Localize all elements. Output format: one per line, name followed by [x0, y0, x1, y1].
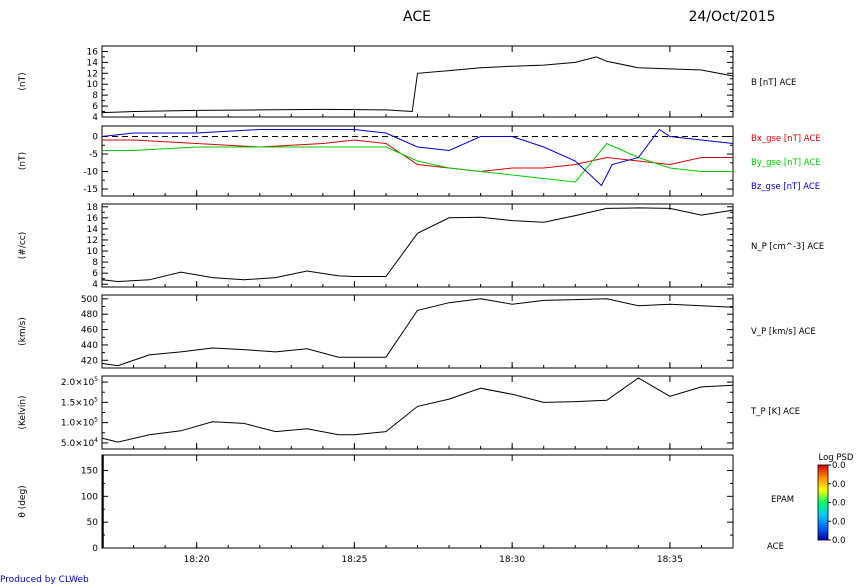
series-label: B [nT] ACE: [751, 78, 796, 88]
panel-5: 5.0×104 1.0×105 1.5×105 2.0×105 (Kelvin) T_P …: [18, 375, 800, 450]
series-label: V_P [km/s] ACE: [751, 327, 816, 337]
y-tick-label: 2.0×105: [61, 376, 98, 388]
y-axis-label: (nT): [18, 72, 28, 90]
panel-1: 46810121416 (nT) B [nT] ACE: [18, 45, 796, 123]
series-label: Bz_gse [nT] ACE: [751, 182, 820, 192]
colorbar-tick-label: 0.0: [832, 461, 846, 471]
ace-stack-chart: ACE 24/Oct/2015 46810121416(nT) B [nT] AC…: [0, 9, 854, 584]
y-tick-label: -10: [83, 168, 98, 178]
y-axis-label: θ (deg): [18, 485, 28, 517]
colorbar-gradient: [817, 464, 829, 541]
y-tick-label: -5: [89, 150, 98, 160]
colorbar-tick-label: 0.0: [832, 536, 846, 546]
panels: 46810121416(nT) B [nT] ACE-15-10-50(nT)Bx…: [18, 45, 824, 554]
colorbar-tick-label: 0.0: [832, 499, 846, 509]
y-tick-label: 10: [87, 80, 99, 90]
y-tick-label: 480: [81, 310, 98, 320]
side-label: ACE: [767, 542, 784, 552]
y-tick-label: 12: [87, 236, 98, 246]
side-label: EPAM: [771, 495, 794, 505]
y-tick-label: 4: [92, 280, 98, 290]
y-tick-label: 440: [81, 341, 98, 351]
panel-frame: [101, 454, 734, 549]
x-tick-label: 18:35: [657, 555, 683, 565]
y-tick-label: 12: [87, 69, 98, 79]
y-axis-label: (km/s): [18, 317, 28, 346]
panel-frame: [101, 375, 734, 450]
y-tick-label: 150: [81, 467, 98, 477]
exponent: 5: [94, 396, 98, 403]
y-tick-label: 1.5×105: [61, 396, 98, 408]
y-tick-label: 4: [92, 113, 98, 123]
y-tick-label: 50: [87, 518, 99, 528]
series-line: [101, 56, 734, 114]
colorbar: Log PSD0.00.00.00.00.0: [817, 453, 854, 546]
x-tick-label: 18:20: [184, 555, 210, 565]
series-line: [102, 139, 733, 173]
colorbar-tick-label: 0.0: [832, 517, 846, 527]
y-tick-label: 500: [81, 295, 98, 305]
y-axis-label: (Kelvin): [18, 395, 28, 429]
y-tick-label: 14: [87, 58, 99, 68]
panel-3: 4681012141618 (#/cc) N_P [cm^-3] ACE: [18, 203, 824, 290]
panel-4: 420 440 460 480 500 (km/s) V_P [km/s] ACE: [18, 294, 816, 369]
x-tick-label: 18:30: [499, 555, 525, 565]
series-line: [101, 298, 734, 367]
panel-2: -15 -10 -5 0 (nT) Bx_gse [nT] ACE By_gse [nT] …: [18, 125, 821, 197]
series-line: [101, 377, 734, 443]
series-label: N_P [cm^-3] ACE: [751, 242, 824, 252]
y-tick-label: 420: [81, 356, 98, 366]
y-axis-label: (#/cc): [18, 232, 28, 260]
y-tick-label: 0: [92, 544, 98, 554]
colorbar-tick-label: 0.0: [832, 480, 846, 490]
x-tick-label: 18:25: [341, 555, 367, 565]
series-line: [102, 142, 733, 183]
series-line: [101, 128, 734, 187]
series-label: Bx_gse [nT] ACE: [751, 134, 821, 144]
panel-frame: [101, 45, 734, 118]
y-tick-label: 18: [87, 203, 99, 213]
y-tick-label: 8: [92, 91, 98, 101]
instrument-title: ACE: [403, 9, 431, 25]
y-tick-label: 5.0×104: [61, 437, 98, 449]
series-label: By_gse [nT] ACE: [751, 158, 821, 168]
y-tick-label: 1.0×105: [61, 417, 98, 429]
time-axis: 18:20 18:25 18:30 18:35: [184, 555, 683, 565]
y-tick-label: 14: [87, 225, 99, 235]
y-axis-label: (nT): [18, 152, 28, 170]
y-tick-label: 6: [92, 269, 98, 279]
y-tick-label: 16: [87, 47, 99, 57]
exponent: 4: [94, 437, 98, 444]
exponent: 5: [94, 417, 98, 424]
credit-text: Produced by CLWeb: [0, 575, 89, 584]
series-label: T_P [K] ACE: [750, 407, 800, 417]
y-tick-label: 10: [87, 247, 99, 257]
y-tick-label: 16: [87, 214, 99, 224]
y-tick-label: 460: [81, 326, 98, 336]
y-tick-label: 6: [92, 102, 98, 112]
y-tick-label: 100: [81, 492, 98, 502]
date-label: 24/Oct/2015: [688, 9, 775, 25]
panel-6: 0 50 100 150 θ (deg) EPAM ACE: [18, 454, 794, 554]
y-tick-label: 0: [92, 133, 98, 143]
exponent: 5: [94, 376, 98, 383]
y-tick-label: 8: [92, 258, 98, 268]
series-line: [101, 207, 734, 283]
y-tick-label: -15: [83, 185, 98, 195]
